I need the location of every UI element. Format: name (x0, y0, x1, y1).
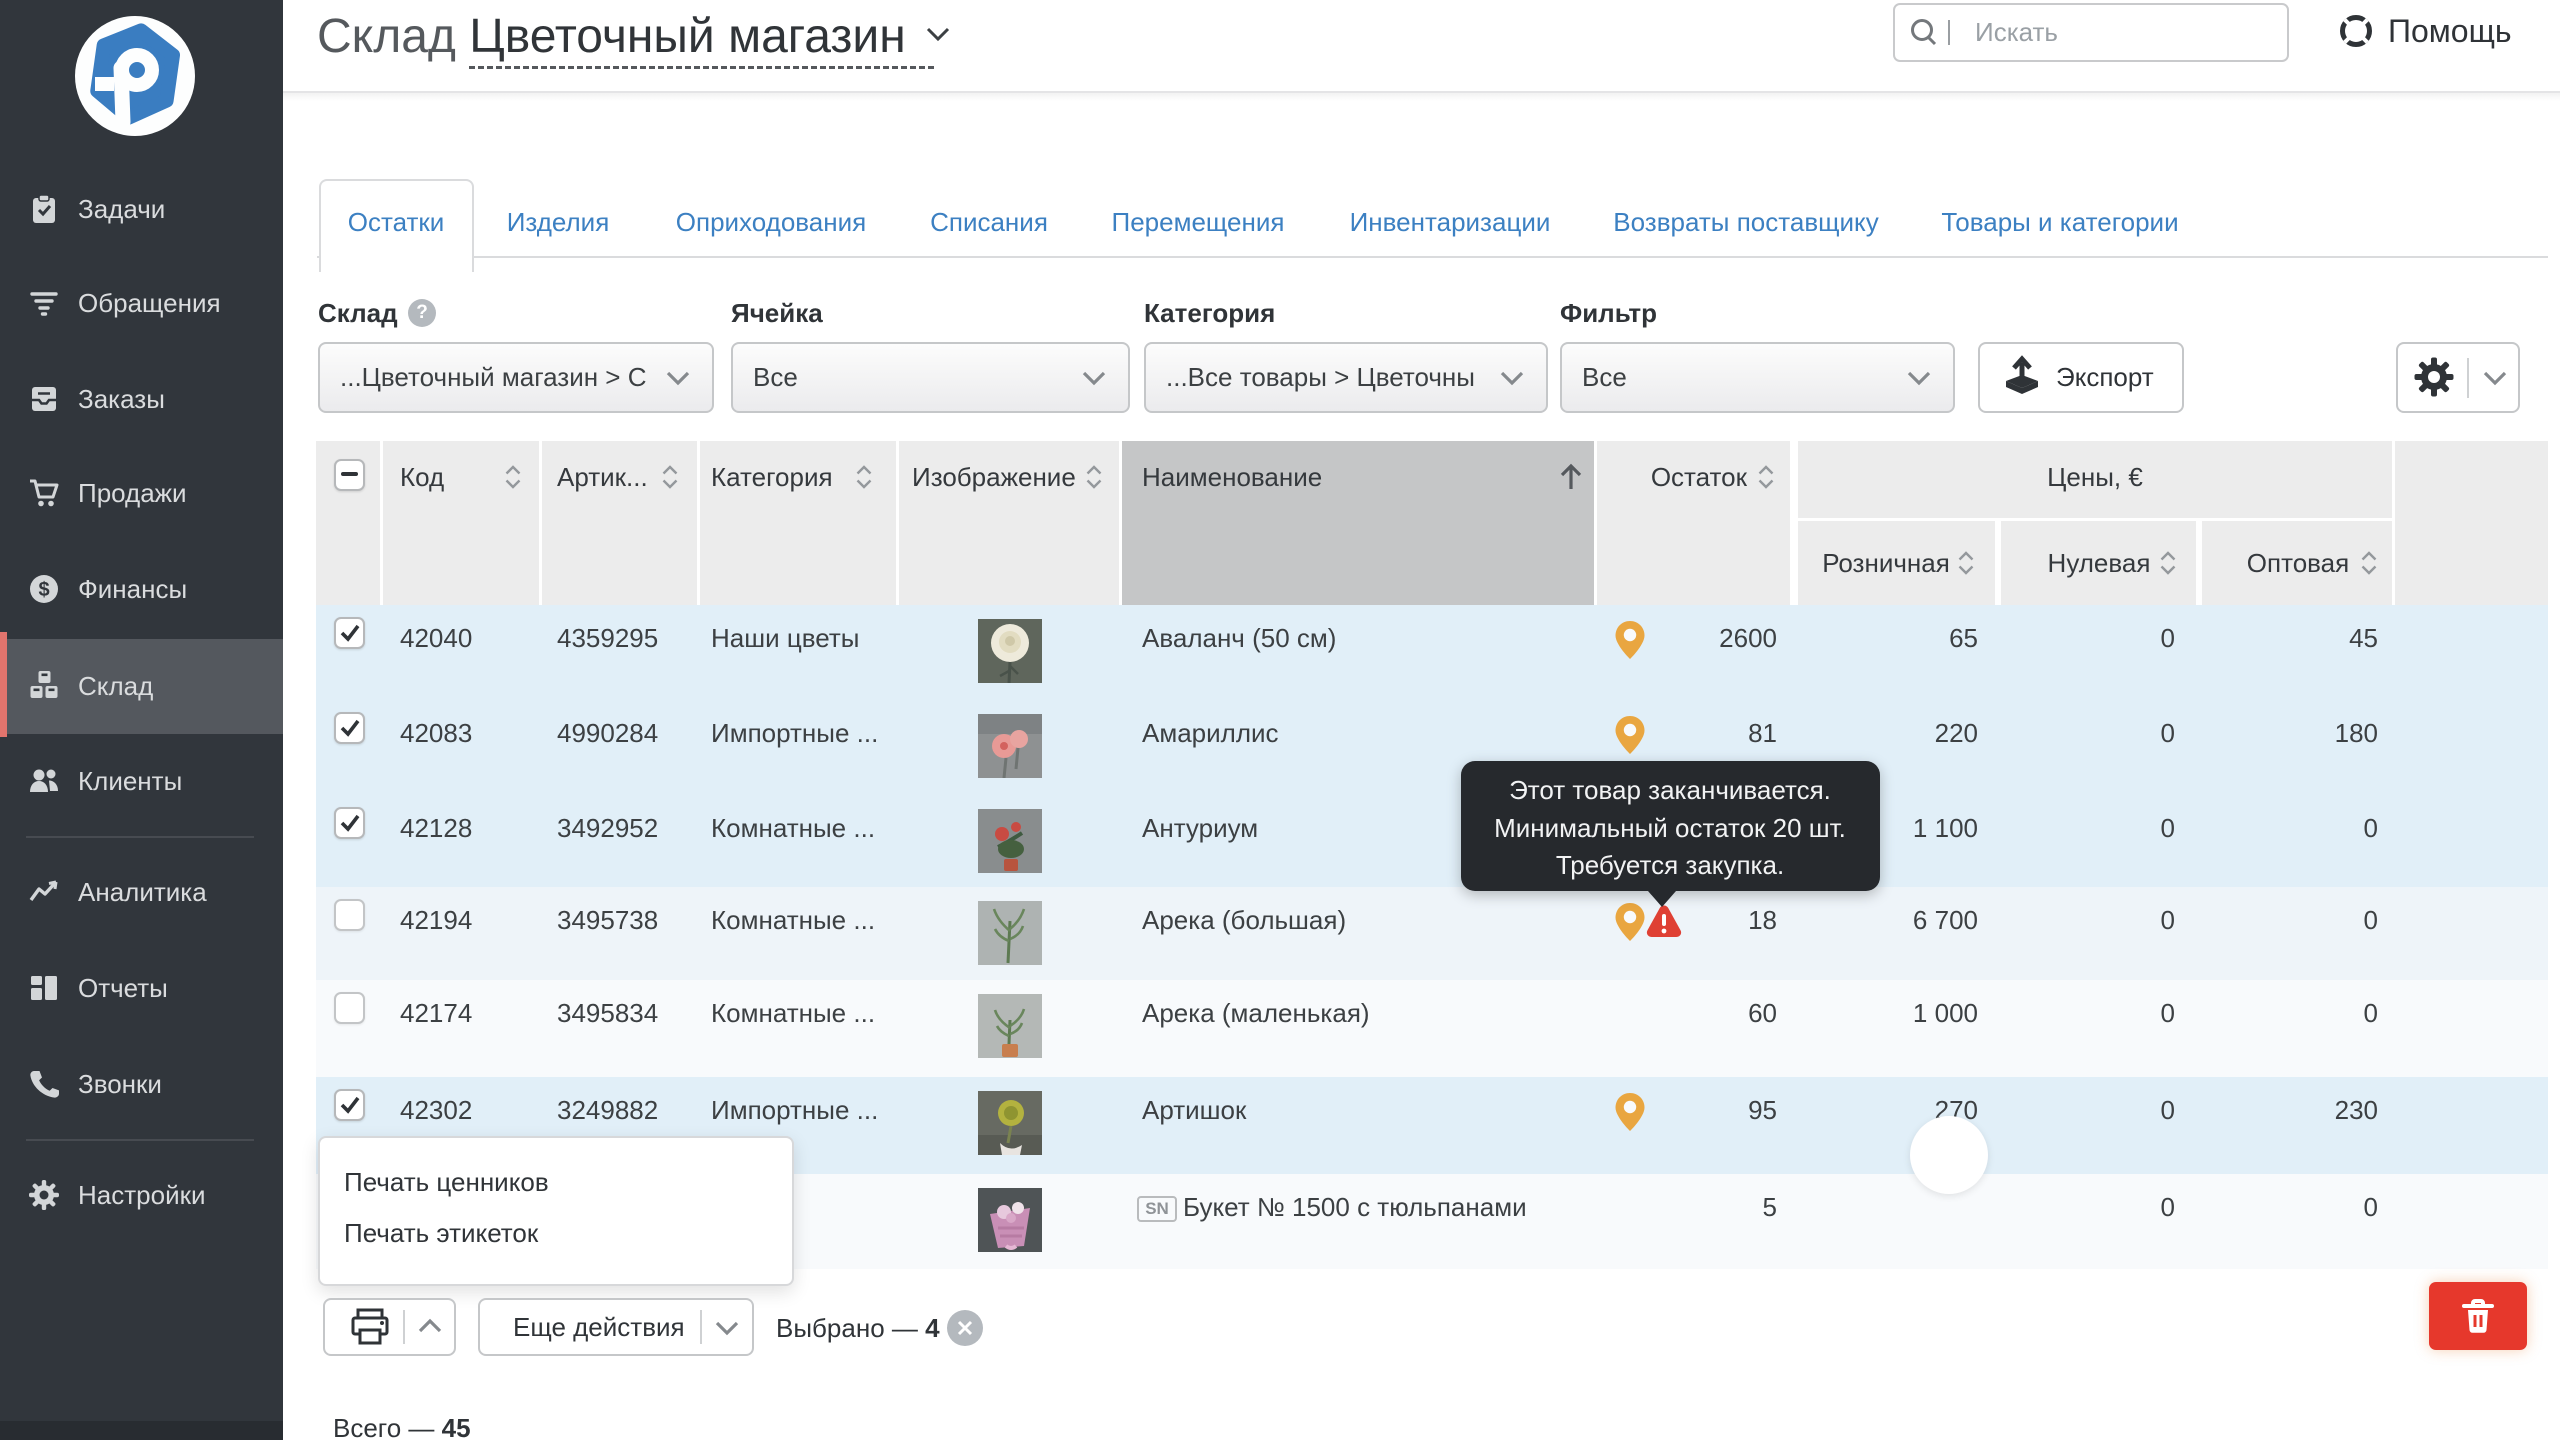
svg-text:$: $ (38, 579, 49, 601)
